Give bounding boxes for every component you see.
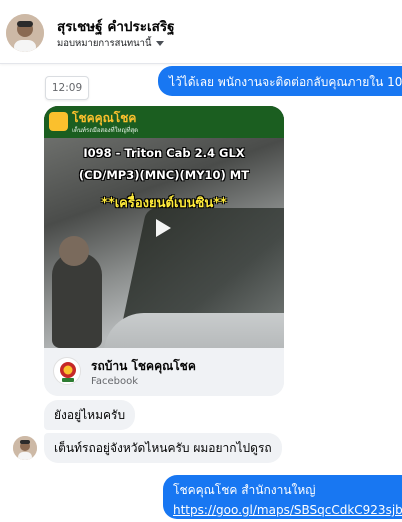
outgoing-message-text: ไว้ได้เลย พนักงานจะติดต่อกลับคุณภายใน 10 [169, 75, 402, 89]
link-preview-card[interactable]: โชคคุณโชค เต็นท์รถมือสองที่ใหญ่ที่สุด I0… [44, 106, 284, 396]
video-thumbnail[interactable]: โชคคุณโชค เต็นท์รถมือสองที่ใหญ่ที่สุด I0… [44, 106, 284, 348]
video-title-line3: **เครื่องยนต์เบนซิน** [101, 196, 227, 211]
incoming-message[interactable]: ยังอยู่ไหมครับ [44, 400, 136, 430]
assign-conversation-dropdown[interactable]: มอบหมายการสนทนานี้ [57, 36, 164, 51]
outgoing-message[interactable]: ไว้ได้เลย พนักงานจะติดต่อกลับคุณภายใน 10 [158, 66, 402, 96]
link-preview-source: Facebook [91, 376, 138, 387]
brand-banner: โชคคุณโชค เต็นท์รถมือสองที่ใหญ่ที่สุด [44, 106, 284, 138]
conversation-header: สุรเชษฐ์ คำประเสริฐ มอบหมายการสนทนานี้ [0, 0, 402, 64]
incoming-message-text: เต็นท์รถอยู่จังหวัดไหนครับ ผมอยากไปดูรถ [54, 440, 272, 455]
video-title-line2: (CD/MP3)(MNC)(MY10) MT [78, 168, 250, 182]
sender-avatar[interactable] [13, 436, 37, 460]
video-title-line1: I098 - Triton Cab 2.4 GLX [83, 146, 245, 160]
message-timestamp: 12:09 [45, 76, 89, 100]
play-icon[interactable] [156, 219, 171, 237]
caret-down-icon [155, 41, 164, 46]
incoming-message-text: ยังอยู่ไหมครับ [54, 407, 126, 422]
brand-tagline: เต็นท์รถมือสองที่ใหญ่ที่สุด [72, 127, 139, 134]
contact-name[interactable]: สุรเชษฐ์ คำประเสริฐ [57, 15, 175, 37]
link-preview-info[interactable]: รถบ้าน โชคคุณโชค Facebook [44, 348, 284, 396]
contact-avatar[interactable] [6, 14, 44, 52]
brand-logo-icon [49, 112, 68, 131]
incoming-message[interactable]: เต็นท์รถอยู่จังหวัดไหนครับ ผมอยากไปดูรถ [44, 433, 282, 463]
outgoing-message[interactable]: โชคคุณโชค สำนักงานใหญ่ https://goo.gl/ma… [163, 475, 402, 519]
avatar-photo [6, 14, 44, 52]
link-preview-title: รถบ้าน โชคคุณโชค [91, 359, 196, 373]
outgoing-message-text: โชคคุณโชค สำนักงานใหญ่ [173, 483, 316, 497]
maps-link[interactable]: https://goo.gl/maps/SBSqcCdkC923sjbx7 [173, 503, 402, 517]
assign-conversation-label: มอบหมายการสนทนานี้ [57, 38, 152, 49]
page-logo-icon [53, 357, 81, 385]
